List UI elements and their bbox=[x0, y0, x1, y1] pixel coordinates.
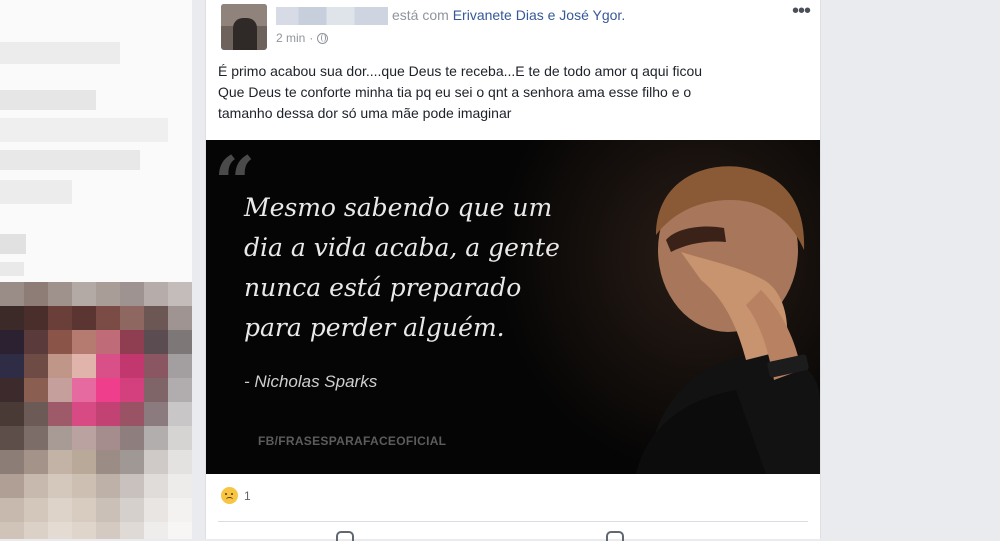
quote-line: Mesmo sabendo que um bbox=[244, 193, 553, 222]
redacted-block bbox=[0, 118, 168, 142]
meta-separator: · bbox=[309, 31, 314, 45]
more-options-icon[interactable]: ••• bbox=[792, 0, 811, 23]
avatar[interactable] bbox=[221, 4, 267, 50]
redacted-block bbox=[0, 42, 120, 64]
redacted-block bbox=[0, 262, 24, 276]
post-meta: 2 min · bbox=[276, 31, 329, 45]
post-card: está com Erivanete Dias e José Ygor. 2 m… bbox=[205, 0, 821, 541]
globe-icon[interactable] bbox=[317, 32, 329, 44]
divider bbox=[218, 521, 808, 522]
pixelated-image bbox=[0, 282, 192, 539]
post-text-line: tamanho dessa dor só uma mãe pode imagin… bbox=[218, 105, 512, 121]
quote-text: Mesmo sabendo que um dia a vida acaba, a… bbox=[244, 188, 560, 348]
header-with-text: está com bbox=[392, 7, 449, 23]
redacted-block bbox=[0, 90, 96, 110]
quote-line: nunca está preparado bbox=[244, 273, 522, 302]
post-header: está com Erivanete Dias e José Ygor. bbox=[392, 7, 625, 23]
reaction-count: 1 bbox=[244, 488, 251, 503]
post-text-line: Que Deus te conforte minha tia pq eu sei… bbox=[218, 84, 692, 100]
quote-author: - Nicholas Sparks bbox=[244, 372, 378, 391]
redacted-block bbox=[0, 234, 26, 254]
redacted-block bbox=[0, 180, 72, 204]
like-icon[interactable] bbox=[336, 531, 354, 541]
quote-line: dia a vida acaba, a gente bbox=[244, 233, 560, 262]
comment-icon[interactable] bbox=[606, 531, 624, 541]
left-sidebar bbox=[0, 0, 192, 539]
quote-line: para perder alguém. bbox=[244, 313, 505, 342]
post-text: É primo acabou sua dor....que Deus te re… bbox=[218, 61, 808, 124]
post-image[interactable]: “ Mesmo sabendo que um dia a vida acaba,… bbox=[206, 140, 820, 474]
sad-reaction-icon bbox=[221, 487, 238, 504]
author-name-redacted[interactable] bbox=[276, 7, 388, 25]
reaction-summary[interactable]: 1 bbox=[221, 487, 251, 504]
image-watermark: FB/FRASESPARAFACEOFICIAL bbox=[258, 434, 447, 448]
post-text-line: É primo acabou sua dor....que Deus te re… bbox=[218, 63, 703, 79]
tagged-people-link[interactable]: Erivanete Dias e José Ygor. bbox=[453, 7, 626, 23]
redacted-block bbox=[0, 150, 140, 170]
timestamp[interactable]: 2 min bbox=[276, 31, 305, 45]
